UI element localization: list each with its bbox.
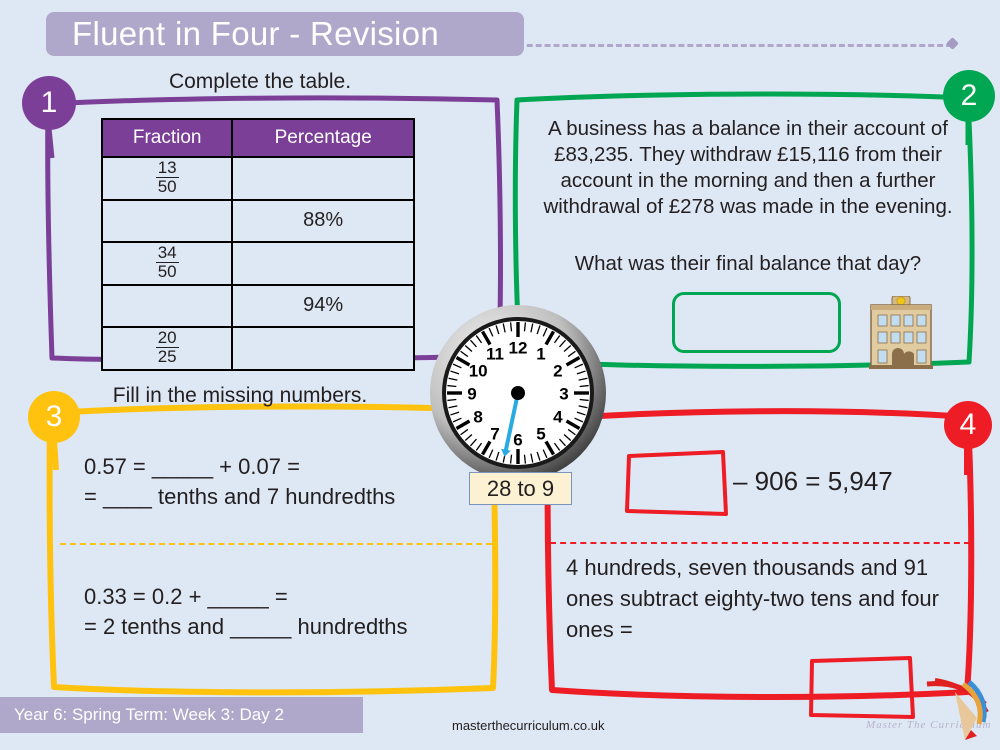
q1-instruction: Complete the table. (168, 70, 352, 93)
cell-percentage[interactable] (231, 240, 415, 286)
fraction-display: 34 50 (155, 242, 179, 281)
q2-answer-box[interactable] (672, 292, 841, 353)
q4-answer-box-a (625, 450, 728, 516)
footer-term-bar: Year 6: Spring Term: Week 3: Day 2 (0, 697, 363, 733)
worksheet-page: Fluent in Four - Revision 1 2 3 4 Comple… (0, 0, 1000, 750)
q3-part-a-line2[interactable]: = ____ tenths and 7 hundredths (84, 482, 395, 512)
fraction-display: 20 25 (155, 327, 179, 366)
brand-logo-icon (926, 678, 989, 740)
clock-time-label: 28 to 9 (469, 472, 572, 505)
q2-problem-text: A business has a balance in their accoun… (543, 117, 953, 218)
bank-building-icon (869, 296, 933, 369)
svg-text:4: 4 (553, 408, 563, 427)
question-badge-1: 1 (22, 76, 76, 130)
table-row: 20 25 (100, 325, 415, 371)
q3-part-b-line1[interactable]: 0.33 = 0.2 + _____ = (84, 582, 408, 612)
svg-text:12: 12 (509, 339, 528, 358)
page-title-banner: Fluent in Four - Revision (46, 12, 524, 56)
svg-text:6: 6 (513, 431, 522, 450)
column-header-percentage: Percentage (231, 118, 415, 158)
clock-face: 12 12 3 45678 9 1011 (430, 305, 606, 481)
page-title: Fluent in Four - Revision (72, 15, 439, 52)
fraction-denominator: 50 (157, 261, 177, 281)
title-end-dot (946, 37, 959, 50)
cell-fraction[interactable] (100, 283, 234, 328)
q4-equation: – 906 = 5,947 (733, 466, 893, 496)
fraction-percentage-table: Fraction Percentage 13 50 88% 34 50 94% … (100, 118, 415, 371)
table-row: 94% (100, 283, 415, 328)
svg-text:11: 11 (486, 345, 504, 364)
table-row: 13 50 (100, 156, 415, 201)
q4-divider (550, 542, 970, 544)
q4-answer-box-b (809, 656, 915, 719)
q2-question-text: What was their final balance that day? (574, 252, 922, 275)
svg-text:2: 2 (553, 362, 562, 381)
analogue-clock: 12 1 2 3 4 5 6 7 8 9 10 11 (428, 303, 608, 483)
table-header-row: Fraction Percentage (100, 118, 415, 158)
svg-text:10: 10 (469, 362, 488, 381)
question-badge-2: 2 (943, 70, 995, 122)
table-row: 34 50 (100, 240, 415, 286)
cell-fraction[interactable]: 13 50 (100, 156, 234, 201)
svg-text:7: 7 (490, 424, 499, 443)
cell-fraction[interactable] (100, 198, 234, 243)
footer-term-label: Year 6: Spring Term: Week 3: Day 2 (14, 705, 284, 724)
q3-divider (60, 543, 492, 545)
title-dashed-rule (500, 44, 952, 47)
svg-text:9: 9 (467, 385, 476, 404)
question-badge-3: 3 (28, 391, 80, 443)
cell-fraction[interactable]: 20 25 (100, 325, 234, 371)
question-badge-4: 4 (944, 401, 992, 449)
fraction-numerator: 20 (155, 327, 179, 348)
cell-percentage[interactable]: 94% (231, 283, 415, 328)
fraction-display: 13 50 (155, 158, 179, 196)
q3-part-b-line2[interactable]: = 2 tenths and _____ hundredths (84, 612, 408, 642)
table-row: 88% (100, 198, 415, 243)
column-header-fraction: Fraction (100, 118, 234, 158)
q3-part-a: 0.57 = _____ + 0.07 = = ____ tenths and … (84, 452, 395, 512)
svg-text:5: 5 (536, 424, 545, 443)
fraction-denominator: 25 (157, 346, 177, 366)
q3-part-a-line1[interactable]: 0.57 = _____ + 0.07 = (84, 452, 395, 482)
cell-percentage[interactable]: 88% (231, 198, 415, 243)
cell-percentage[interactable] (231, 325, 415, 371)
q4-word-problem: 4 hundreds, seven thousands and 91 ones … (566, 555, 939, 642)
cell-percentage[interactable] (231, 156, 415, 201)
fraction-denominator: 50 (157, 176, 177, 196)
fraction-numerator: 13 (155, 158, 179, 178)
cell-fraction[interactable]: 34 50 (100, 240, 234, 286)
q3-instruction: Fill in the missing numbers. (112, 384, 368, 407)
fraction-numerator: 34 (155, 242, 179, 263)
svg-text:1: 1 (536, 345, 545, 364)
q3-part-b: 0.33 = 0.2 + _____ = = 2 tenths and ____… (84, 582, 408, 642)
svg-text:8: 8 (473, 408, 482, 427)
footer-url: masterthecurriculum.co.uk (452, 718, 605, 733)
svg-text:3: 3 (559, 385, 568, 404)
